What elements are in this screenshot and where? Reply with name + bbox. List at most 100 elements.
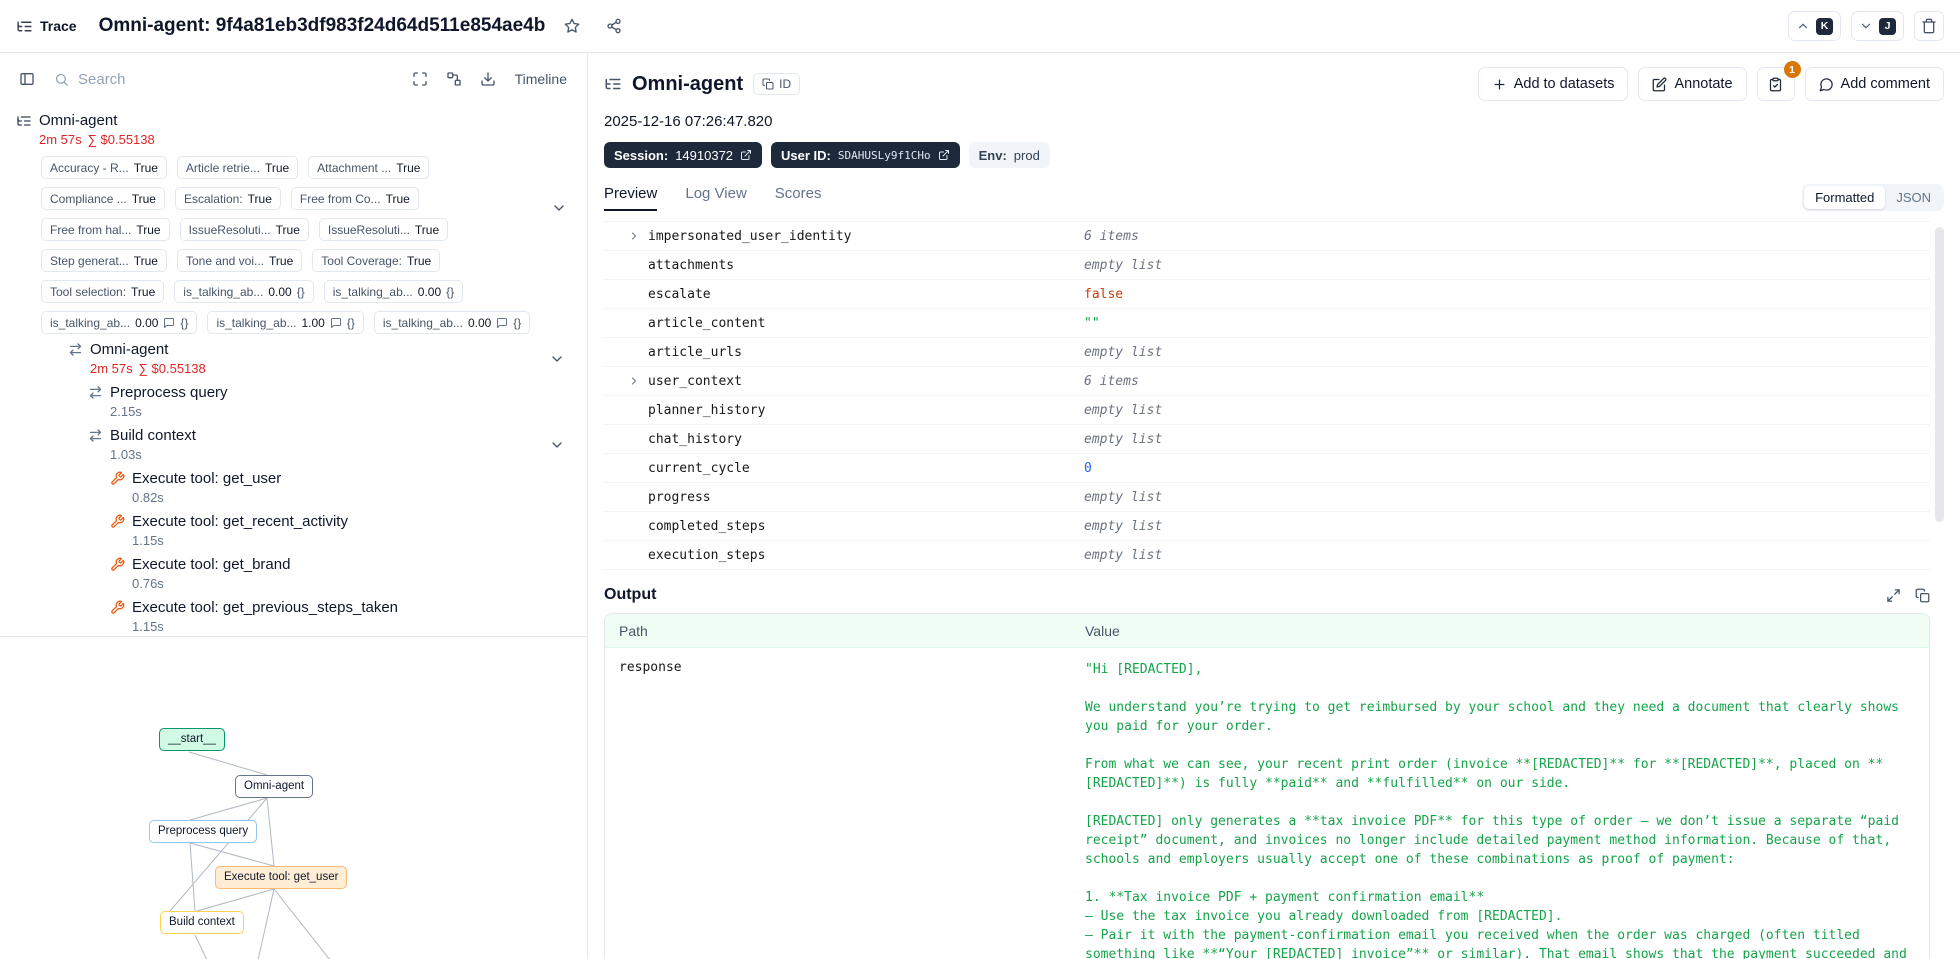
score-badge[interactable]: is_talking_ab... 1.00{} [207,311,364,334]
score-badge[interactable]: is_talking_ab... 0.00{} [41,311,198,334]
share-icon [606,18,622,34]
chevron-right-icon[interactable] [628,230,648,242]
copy-id-button[interactable]: ID [753,73,801,95]
score-badge[interactable]: Step generat... True [41,249,167,272]
output-col-value: Value [1085,622,1120,639]
add-to-datasets-button[interactable]: Add to datasets [1477,67,1629,101]
edit-icon [1652,77,1667,92]
trace-tree: Omni-agent 2m 57s ∑ $0.55138 Accuracy - R… [0,105,587,636]
graph-node-start[interactable]: __start__ [159,728,225,751]
score-badge[interactable]: Free from hal... True [41,218,170,241]
tree-node[interactable]: Execute tool: get_user 0.82s [16,469,571,506]
score-badge[interactable]: Article retrie... True [176,156,299,179]
trace-timestamp: 2025-12-16 07:26:47.820 [604,113,773,130]
tree-node-root[interactable]: Omni-agent 2m 57s ∑ $0.55138 [16,111,571,148]
tree-node[interactable]: Execute tool: get_previous_steps_taken 1.… [16,598,571,635]
tree-node[interactable]: Execute tool: get_brand 0.76s [16,555,571,592]
score-badge[interactable]: Escalation: True [174,187,281,210]
preview-row[interactable]: user_context 6 items [604,367,1930,396]
graph-node-execute-tool-get-user[interactable]: Execute tool: get_user [215,866,348,889]
score-badge[interactable]: is_talking_ab... 0.00{} [323,280,464,303]
annotate-button[interactable]: Annotate [1638,67,1747,101]
next-trace-button[interactable]: J [1851,11,1904,41]
prev-trace-button[interactable]: K [1788,11,1841,41]
tab-scores[interactable]: Scores [775,185,822,211]
score-badge[interactable]: Attachment ... True [308,156,430,179]
format-json-option[interactable]: JSON [1885,186,1942,209]
shortcut-key-j: J [1879,17,1896,35]
preview-key: completed_steps [648,518,766,534]
span-icon [88,428,103,443]
score-badge[interactable]: Tone and voi... True [176,249,303,272]
score-badge[interactable]: Tool Coverage: True [312,249,441,272]
tree-node[interactable]: Build context 1.03s [16,426,571,463]
score-badge[interactable]: is_talking_ab... 0.00{} [174,280,314,303]
share-button[interactable] [599,11,629,41]
score-badge[interactable]: IssueResoluti... True [318,218,449,241]
external-link-icon [740,149,752,161]
graph-node-preprocess-query[interactable]: Preprocess query [149,820,258,843]
format-formatted-option[interactable]: Formatted [1804,186,1886,209]
tree-node-meta: 1.15s [132,533,164,548]
trace-tree-icon [16,18,33,35]
tab-preview[interactable]: Preview [604,185,658,211]
star-icon [564,18,580,34]
chevron-down-icon[interactable] [549,437,565,453]
delete-trace-button[interactable] [1914,11,1944,41]
tree-node[interactable]: Omni-agent 2m 57s ∑ $0.55138 [16,340,571,377]
detail-tabs: Preview Log View Scores Formatted JSON [604,184,1944,211]
score-badge[interactable]: Free from Co... True [290,187,419,210]
comment-icon [163,317,175,329]
score-badge[interactable]: Tool selection: True [41,280,165,303]
user-id-badge[interactable]: User ID: SDAHUSLy9f1CHo [771,142,960,168]
favorite-button[interactable] [557,11,587,41]
tab-log-view[interactable]: Log View [685,185,746,211]
scrollbar[interactable] [1935,223,1944,959]
trace-breadcrumb[interactable]: Trace [16,18,77,35]
preview-key: user_context [648,373,742,389]
download-icon [480,71,496,87]
preview-value: empty list [1084,518,1163,534]
graph-node-build-context[interactable]: Build context [160,911,244,934]
workflow-icon [446,71,462,87]
graph-view-button[interactable] [439,64,469,94]
download-button[interactable] [473,64,503,94]
chevron-down-icon[interactable] [551,200,567,216]
tree-node-meta: 1.03s [110,447,142,462]
score-badge[interactable]: is_talking_ab... 0.00{} [373,311,531,334]
trace-graph[interactable]: __start__ Omni-agent Preprocess query Ex… [0,636,587,959]
search-input[interactable] [78,70,393,88]
output-title: Output [604,586,657,603]
add-comment-button[interactable]: Add comment [1804,67,1944,101]
preview-key: article_content [648,315,766,331]
chevron-down-icon[interactable] [549,351,565,367]
chevron-right-icon[interactable] [628,375,648,387]
score-badge[interactable]: Accuracy - R... True [41,156,167,179]
preview-key: current_cycle [648,460,750,476]
timeline-toggle[interactable]: Timeline [507,67,575,91]
span-icon [68,342,83,357]
preview-value: "" [1084,315,1100,331]
collapse-sidebar-button[interactable] [12,64,42,94]
session-badge[interactable]: Session: 14910372 [604,142,763,168]
score-badge[interactable]: Compliance ... True [41,187,165,210]
preview-row[interactable]: impersonated_user_identity 6 items [604,222,1930,251]
preview-value: false [1084,286,1124,302]
env-badge: Env: prod [968,142,1050,168]
expand-output-icon[interactable] [1886,588,1901,603]
scrollbar-thumb[interactable] [1935,227,1944,522]
preview-key: planner_history [648,402,766,418]
copy-output-icon[interactable] [1915,588,1930,603]
annotation-queue-button[interactable]: 1 [1756,61,1801,101]
tree-node-meta: 2.15s [110,404,142,419]
tree-node[interactable]: Preprocess query 2.15s [16,383,571,420]
score-badge[interactable]: IssueResoluti... True [179,218,309,241]
wrench-icon [110,514,125,529]
expand-all-button[interactable] [405,64,435,94]
graph-node-omni-agent[interactable]: Omni-agent [235,775,314,798]
tree-node[interactable]: Execute tool: get_recent_activity 1.15s [16,512,571,549]
input-preview-table: impersonated_user_identity 6 items attachm… [604,221,1930,570]
